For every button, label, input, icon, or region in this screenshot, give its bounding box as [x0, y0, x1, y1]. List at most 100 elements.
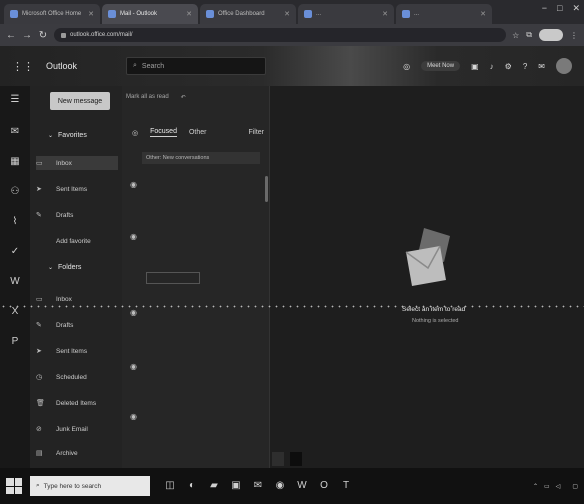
chrome-icon[interactable]: ◉ — [274, 480, 286, 492]
app-launcher-icon[interactable]: ⋮⋮ — [12, 60, 34, 73]
windows-taskbar: ⌕ Type here to search ◫ ◐ ▰ ▣ ✉ ◉ W O T ⌃… — [0, 468, 584, 504]
url-field[interactable]: outlook.office.com/mail/ — [54, 28, 507, 42]
reading-pane: Select an item to read Nothing is select… — [270, 86, 584, 468]
folder-pane: New message ⌄ Favorites ▭ Inbox ➤ Sent Item… — [30, 86, 122, 468]
check-all-icon[interactable]: ◎ — [132, 129, 138, 137]
hamburger-icon[interactable]: ☰ — [9, 94, 21, 106]
explorer-icon[interactable]: ▰ — [208, 480, 220, 492]
taskbar-search-input[interactable]: ⌕ Type here to search — [30, 476, 150, 496]
add-favorite[interactable]: Add favorite — [36, 234, 118, 248]
chevron-down-icon: ⌄ — [48, 265, 54, 271]
folder-label: Deleted Items — [56, 399, 97, 407]
close-tab-icon[interactable]: ✕ — [382, 10, 388, 18]
volume-icon[interactable]: ◁ — [556, 483, 561, 490]
list-item[interactable]: ◉ — [126, 358, 266, 402]
chevron-up-icon[interactable]: ⌃ — [533, 483, 538, 490]
folders-header[interactable]: ⌄ Folders — [48, 264, 81, 271]
folder-label: Scheduled — [56, 373, 87, 381]
folder-item-inbox[interactable]: ▭ Inbox — [36, 292, 118, 306]
browser-tab[interactable]: Office Dashboard ✕ — [200, 4, 296, 24]
bell-icon[interactable]: ♪ — [490, 62, 494, 71]
skype-icon[interactable]: ◎ — [403, 62, 410, 71]
filter-button[interactable]: Filter — [248, 129, 264, 136]
powerpoint-icon[interactable]: P — [9, 336, 21, 348]
meet-now-button[interactable]: Meet Now — [421, 61, 461, 71]
forward-icon[interactable]: → — [22, 30, 32, 41]
list-item[interactable]: ◉ — [126, 176, 266, 220]
maximize-icon[interactable]: □ — [557, 3, 562, 14]
close-tab-icon[interactable]: ✕ — [480, 10, 486, 18]
browser-tab[interactable]: ... ✕ — [396, 4, 492, 24]
mail-app-icon[interactable]: ✉ — [252, 480, 264, 492]
search-input[interactable]: ⌕ Search — [126, 57, 266, 75]
bottom-button-2[interactable] — [290, 452, 302, 466]
windows-start-icon[interactable] — [6, 478, 22, 494]
word-app-icon[interactable]: W — [296, 480, 308, 492]
favorite-item-sent[interactable]: ➤ Sent Items — [36, 182, 118, 196]
list-item[interactable]: ◉ — [126, 304, 266, 348]
extensions-icon[interactable]: ⧉ — [526, 30, 532, 40]
other-notice[interactable]: Other: New conversations — [142, 152, 260, 164]
back-icon[interactable]: ← — [6, 30, 16, 41]
avatar[interactable] — [556, 58, 572, 74]
folder-item-junk[interactable]: ⊘ Junk Email — [36, 422, 118, 436]
new-message-button[interactable]: New message — [50, 92, 110, 110]
calendar-icon[interactable]: ▦ — [9, 156, 21, 168]
tab-title: Mail - Outlook — [120, 11, 158, 17]
folder-item-sent[interactable]: ➤ Sent Items — [36, 344, 118, 358]
undo-icon[interactable]: ↶ — [181, 94, 186, 101]
bottom-button-1[interactable] — [272, 452, 284, 466]
folders-header-label: Folders — [58, 264, 82, 271]
folder-item-scheduled[interactable]: ◷ Scheduled — [36, 370, 118, 384]
notification-icon[interactable]: ▢ — [572, 483, 578, 490]
store-icon[interactable]: ▣ — [230, 480, 242, 492]
attach-icon[interactable]: ⌇ — [9, 216, 21, 228]
help-icon[interactable]: ? — [523, 62, 527, 71]
task-view-icon[interactable]: ◫ — [164, 480, 176, 492]
profile-button[interactable] — [539, 29, 563, 41]
star-icon[interactable]: ☆ — [512, 31, 519, 40]
tab-focused[interactable]: Focused — [150, 128, 177, 137]
mark-all-read-button[interactable]: Mark all as read — [126, 94, 169, 101]
list-item[interactable]: ◉ — [126, 228, 266, 290]
teams-icon[interactable]: ▣ — [471, 62, 479, 71]
menu-icon[interactable]: ⋮ — [570, 31, 578, 40]
mail-icon[interactable]: ✉ — [9, 126, 21, 138]
edge-icon[interactable]: ◐ — [186, 480, 198, 492]
browser-tab[interactable]: ... ✕ — [298, 4, 394, 24]
favorite-item-drafts[interactable]: ✎ Drafts — [36, 208, 118, 222]
close-window-icon[interactable]: ✕ — [572, 3, 580, 14]
feedback-icon[interactable]: ✉ — [538, 62, 545, 71]
network-icon[interactable]: ▭ — [544, 483, 550, 490]
favorite-item-inbox[interactable]: ▭ Inbox — [36, 156, 118, 170]
folder-item-drafts[interactable]: ✎ Drafts — [36, 318, 118, 332]
browser-tab-active[interactable]: Mail - Outlook ✕ — [102, 4, 198, 24]
folder-label: Drafts — [56, 211, 74, 219]
url-text: outlook.office.com/mail/ — [70, 32, 133, 38]
list-scrollbar[interactable] — [265, 176, 268, 202]
favorites-header[interactable]: ⌄ Favorites — [48, 132, 87, 139]
attachment-chip[interactable] — [146, 272, 200, 284]
close-tab-icon[interactable]: ✕ — [88, 10, 94, 18]
tab-other[interactable]: Other — [189, 129, 207, 136]
todo-icon[interactable]: ✓ — [9, 246, 21, 258]
browser-tab[interactable]: Microsoft Office Home ✕ — [4, 4, 100, 24]
outlook-app-icon[interactable]: O — [318, 480, 330, 492]
people-icon[interactable]: ⚇ — [9, 186, 21, 198]
close-tab-icon[interactable]: ✕ — [186, 10, 192, 18]
reload-icon[interactable]: ↻ — [38, 30, 48, 41]
favicon-icon — [402, 10, 410, 18]
bottom-actions — [272, 452, 302, 466]
search-icon: ⌕ — [133, 62, 137, 69]
avatar-icon: ◉ — [130, 308, 137, 317]
teams-app-icon[interactable]: T — [340, 480, 352, 492]
word-icon[interactable]: W — [9, 276, 21, 288]
close-tab-icon[interactable]: ✕ — [284, 10, 290, 18]
minimize-icon[interactable]: − — [542, 3, 547, 14]
favicon-icon — [108, 10, 116, 18]
folder-item-deleted[interactable]: 🗑 Deleted Items — [36, 396, 118, 410]
folder-item-archive[interactable]: ▤ Archive — [36, 446, 118, 460]
archive-icon: ▤ — [36, 450, 43, 457]
gear-icon[interactable]: ⚙ — [505, 62, 512, 71]
list-item[interactable]: ◉ — [126, 408, 266, 452]
